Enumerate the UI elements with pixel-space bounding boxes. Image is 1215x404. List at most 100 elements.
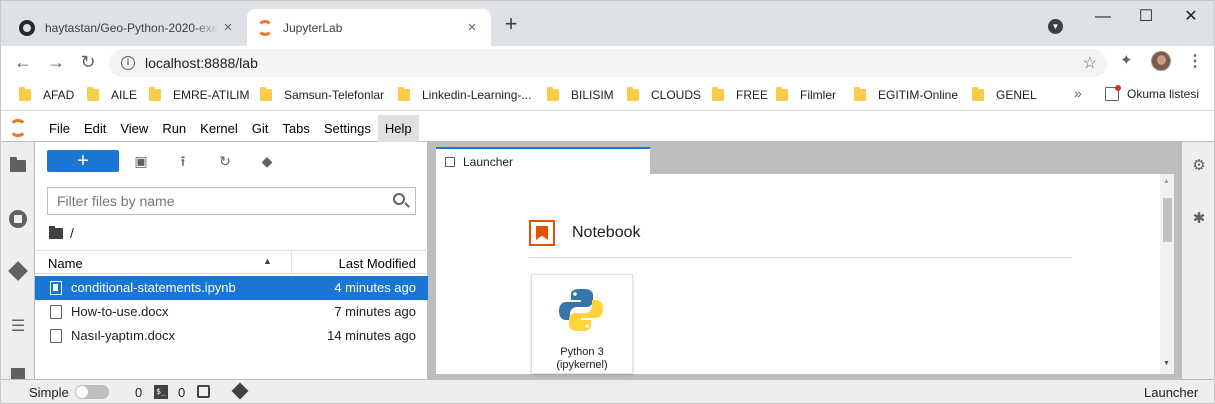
scroll-down-icon[interactable]: ▼ [1163,360,1170,367]
menu-run[interactable]: Run [155,115,193,142]
forward-button[interactable]: → [44,50,68,74]
jupyter-logo-icon [9,119,27,137]
browser-tab-github[interactable]: haytastan/Geo-Python-2020-exercise × [9,9,247,46]
terminal-count: 0 [135,385,143,400]
upload-icon[interactable]: ⭱ [174,152,192,170]
left-sidebar: ☰ [1,142,35,380]
file-name: Nasıl-yaptım.docx [71,328,176,343]
scrollbar-thumb[interactable] [1163,198,1172,242]
file-list-header: Name ▲ Last Modified [35,250,428,274]
minimize-button[interactable]: — [1093,7,1113,27]
bookmark-item[interactable]: Filmler [776,87,836,103]
scroll-up-icon[interactable]: ▲ [1163,178,1170,185]
tab-search-icon[interactable]: ▼ [1048,19,1063,34]
url-text[interactable]: localhost:8888/lab [145,55,258,71]
address-bar[interactable]: i localhost:8888/lab ☆ [109,49,1107,77]
menu-tabs[interactable]: Tabs [275,115,316,142]
new-launcher-button[interactable]: + [47,150,119,172]
table-of-contents-icon[interactable]: ☰ [9,318,27,336]
menu-edit[interactable]: Edit [77,115,113,142]
simple-mode-toggle[interactable] [75,385,109,399]
extensions-icon[interactable]: ✦ [1120,51,1133,69]
menu-kernel[interactable]: Kernel [193,115,245,142]
bookmarks-bar: AFAD AILE EMRE-ATILIM Samsun-Telefonlar … [1,79,1214,111]
bookmark-item[interactable]: FREE [712,87,768,103]
bookmark-item[interactable]: EGITIM-Online [854,87,958,103]
jupyter-menubar: File Edit View Run Kernel Git Tabs Setti… [1,114,1214,142]
file-icon [50,329,62,343]
column-divider[interactable] [291,251,292,274]
close-tab-icon[interactable]: × [219,19,237,37]
menu-git[interactable]: Git [245,115,276,142]
kernel-icon[interactable] [197,385,210,398]
reload-button[interactable]: ↻ [76,50,100,74]
column-name-header[interactable]: Name [48,256,83,271]
new-tab-button[interactable]: + [500,13,522,36]
maximize-button[interactable]: ☐ [1136,7,1156,27]
bookmark-item[interactable]: AFAD [19,87,74,103]
github-icon [19,19,35,36]
vertical-scrollbar[interactable]: ▲ ▼ [1160,174,1174,374]
notebook-icon [529,220,555,246]
folder-icon [547,87,559,101]
filter-files-field[interactable] [47,187,416,215]
file-row[interactable]: conditional-statements.ipynb 4 minutes a… [35,276,428,300]
bookmark-item[interactable]: Linkedin-Learning-... [398,87,531,103]
running-sessions-icon[interactable] [9,210,27,228]
menu-view[interactable]: View [113,115,155,142]
close-window-button[interactable]: ✕ [1181,7,1201,27]
python-logo-icon [559,289,603,331]
simple-mode-label: Simple [29,385,69,400]
sort-ascending-icon[interactable]: ▲ [263,256,272,266]
search-icon [393,193,405,205]
menu-file[interactable]: File [42,115,77,142]
launcher-tab[interactable]: Launcher [436,147,650,174]
git-icon[interactable] [8,261,28,281]
new-folder-icon[interactable]: ▣ [132,152,150,170]
column-modified-header[interactable]: Last Modified [339,256,416,271]
filter-input[interactable] [57,193,377,209]
tab-title: JupyterLab [283,20,343,35]
folder-icon [260,87,272,101]
file-row[interactable]: Nasıl-yaptım.docx 14 minutes ago [35,324,428,348]
jupyter-icon [257,19,273,36]
folder-icon [49,225,63,239]
bookmark-item[interactable]: BILISIM [547,87,614,103]
bookmark-star-icon[interactable]: ☆ [1083,53,1097,73]
tab-title: haytastan/Geo-Python-2020-exercise [45,20,219,35]
folder-icon [19,87,31,101]
back-button[interactable]: ← [11,50,35,74]
debugger-icon[interactable]: ✱ [1191,211,1207,227]
terminal-icon[interactable]: $_ [154,385,168,399]
kernel-count: 0 [178,385,186,400]
git-clone-icon[interactable]: ◆ [258,152,276,170]
folder-icon [87,87,99,101]
profile-avatar[interactable] [1151,51,1171,71]
menu-help[interactable]: Help [377,114,419,142]
bookmark-item[interactable]: CLOUDS [627,87,701,103]
browser-menu-icon[interactable]: ⋮ [1187,51,1203,71]
kernel-name: Python 3 [560,346,604,358]
bookmark-item[interactable]: EMRE-ATILIM [149,87,249,103]
bookmark-item[interactable]: AILE [87,87,137,103]
reading-list-button[interactable]: Okuma listesi [1105,85,1199,101]
git-status-icon[interactable] [231,382,249,400]
browser-tab-jupyterlab[interactable]: JupyterLab × [247,9,491,46]
menu-settings[interactable]: Settings [317,115,378,142]
property-inspector-icon[interactable]: ⚙ [1191,158,1207,174]
close-tab-icon[interactable]: × [463,19,481,37]
browser-window: haytastan/Geo-Python-2020-exercise × Jup… [0,0,1215,404]
breadcrumb[interactable]: / [49,225,74,241]
refresh-icon[interactable]: ↻ [216,152,234,170]
bookmarks-more-icon[interactable]: » [1074,85,1082,101]
bookmark-item[interactable]: Samsun-Telefonlar [260,87,384,103]
file-browser-icon[interactable] [10,157,26,172]
python3-kernel-card[interactable]: Python 3 (ipykernel) [531,274,633,374]
site-info-icon[interactable]: i [121,56,135,70]
section-divider [529,257,1072,258]
file-row[interactable]: How-to-use.docx 7 minutes ago [35,300,428,324]
active-panel-label: Launcher [1144,385,1199,400]
file-name: How-to-use.docx [71,304,169,319]
bookmark-item[interactable]: GENEL [972,87,1037,103]
folder-icon [854,87,866,101]
